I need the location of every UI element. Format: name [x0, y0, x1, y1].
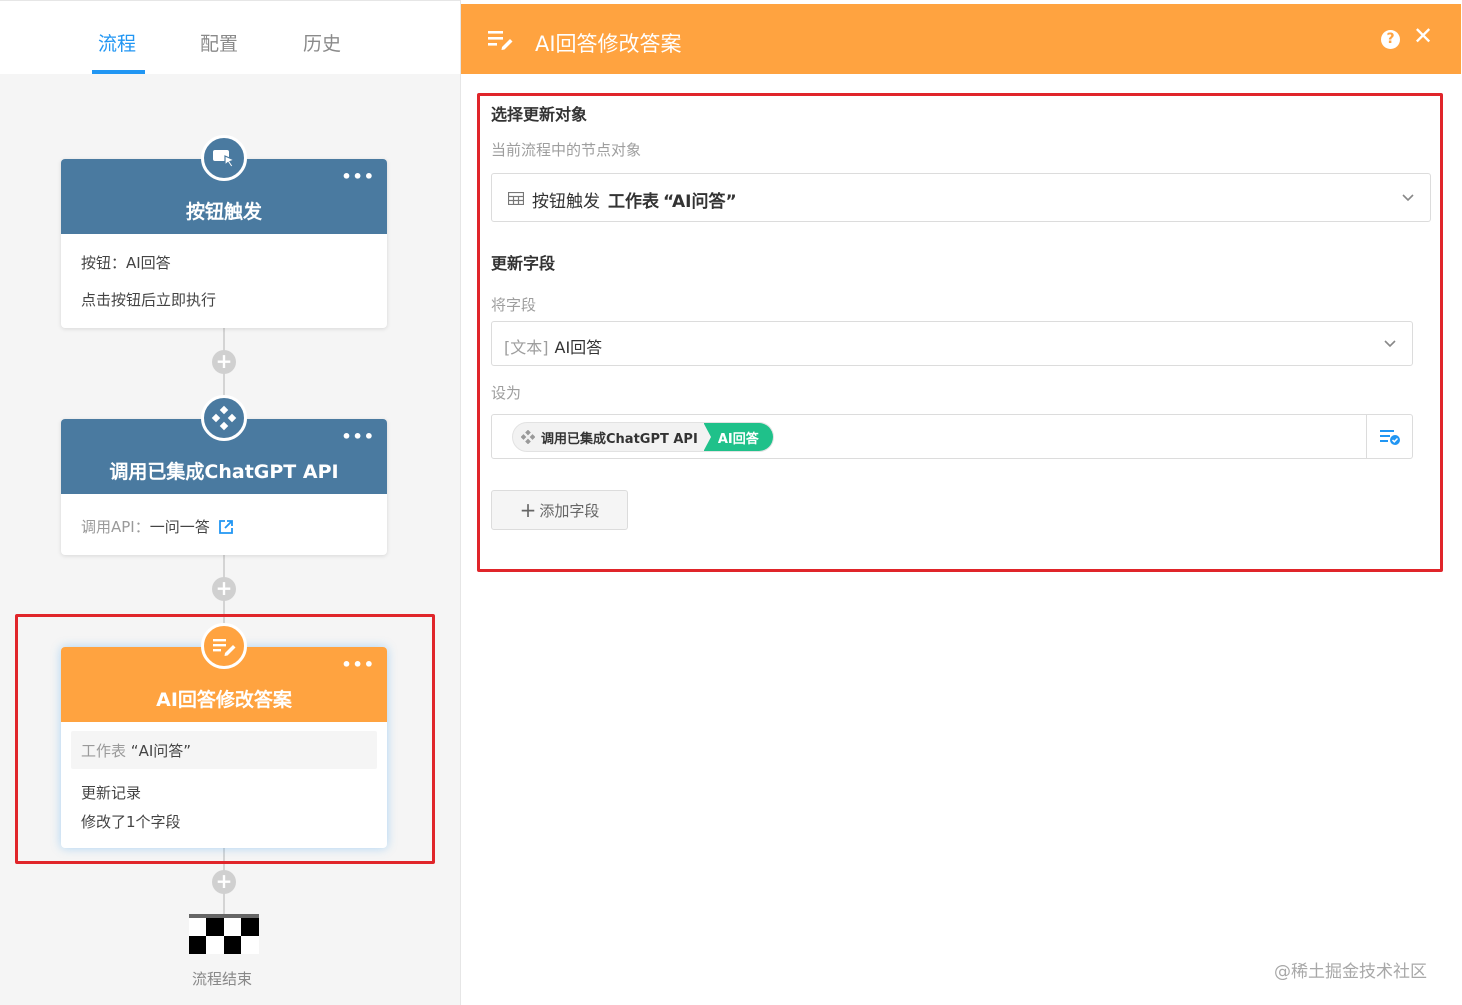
config-panel: AI回答修改答案 ? ✕ 选择更新对象 当前流程中的节点对象 按钮触发 工作表 … [460, 0, 1462, 1005]
add-field-label: 添加字段 [539, 501, 600, 520]
edit-record-icon [488, 31, 513, 50]
tag-source-name: 调用已集成ChatGPT API [541, 431, 698, 447]
external-link-icon[interactable] [218, 519, 234, 535]
target-source: 按钮触发 [532, 192, 600, 212]
insert-field-button[interactable] [1366, 415, 1412, 458]
api-label: 调用API： [81, 518, 150, 536]
node-detail: 调用API： 一问一答 [81, 516, 234, 537]
edit-record-icon [201, 623, 247, 669]
field-list-icon [1379, 429, 1400, 445]
node-more-icon[interactable]: ••• [341, 655, 375, 674]
node-header: ••• 调用已集成ChatGPT API [61, 395, 387, 494]
finish-flag-icon [189, 914, 259, 954]
tab-flow[interactable]: 流程 [98, 29, 136, 56]
sheet-target: 工作表 “AI问答” [81, 740, 191, 761]
api-integration-icon [521, 430, 535, 444]
section-title-target: 选择更新对象 [491, 105, 588, 124]
target-sheet-name: “AI问答” [663, 192, 737, 212]
sheet-label: 工作表 [81, 742, 127, 760]
finish-label: 流程结束 [191, 970, 252, 988]
chevron-down-icon [1384, 339, 1396, 347]
api-value: 一问一答 [149, 518, 210, 536]
node-more-icon[interactable]: ••• [341, 167, 375, 186]
target-node-select[interactable]: 按钮触发 工作表 “AI问答” [491, 173, 1431, 222]
panel-title: AI回答修改答案 [535, 32, 682, 56]
target-node-value: 按钮触发 工作表 “AI问答” [532, 187, 737, 212]
add-field-button[interactable]: + 添加字段 [491, 490, 628, 530]
panel-header: AI回答修改答案 ? ✕ [461, 4, 1461, 74]
field-select[interactable]: [文本] AI回答 [491, 321, 1413, 366]
chevron-down-icon [1402, 193, 1414, 201]
api-integration-icon [201, 395, 247, 441]
add-node-button[interactable]: + [212, 350, 236, 374]
node-chatgpt-api[interactable]: ••• 调用已集成ChatGPT API 调用API： 一问一答 [61, 395, 387, 555]
section-title-fields: 更新字段 [491, 254, 556, 273]
node-title: 按钮触发 [185, 201, 262, 223]
add-node-button[interactable]: + [212, 870, 236, 894]
node-more-icon[interactable]: ••• [341, 427, 375, 446]
button-trigger-icon [201, 135, 247, 181]
node-header: ••• AI回答修改答案 [61, 623, 387, 722]
tag-source: 调用已集成ChatGPT API [513, 428, 704, 447]
add-node-button[interactable]: + [212, 577, 236, 601]
tab-history[interactable]: 历史 [303, 29, 341, 56]
set-value-input[interactable]: 调用已集成ChatGPT API AI回答 [491, 414, 1413, 459]
workflow-tabs: 流程 配置 历史 [0, 0, 460, 74]
node-title: 调用已集成ChatGPT API [109, 461, 339, 483]
plus-icon: + [519, 498, 537, 522]
target-label: 当前流程中的节点对象 [491, 141, 642, 159]
sheet-target-box: 工作表 “AI问答” [71, 731, 377, 769]
node-detail: 点击按钮后立即执行 [81, 291, 217, 309]
sheet-name: “AI问答” [130, 742, 192, 760]
watermark: @稀土掘金技术社区 [1274, 962, 1427, 982]
node-update-record[interactable]: ••• AI回答修改答案 工作表 “AI问答” 更新记录 修改了1个字段 [61, 623, 387, 848]
help-icon[interactable]: ? [1381, 30, 1400, 49]
tab-config[interactable]: 配置 [200, 29, 238, 56]
node-header: ••• 按钮触发 [61, 135, 387, 234]
node-detail: 更新记录 [81, 784, 142, 802]
table-icon [508, 192, 524, 205]
node-detail: 修改了1个字段 [81, 813, 181, 831]
field-label: 将字段 [491, 296, 537, 314]
node-detail: 按钮：AI回答 [81, 254, 171, 272]
dynamic-value-tag[interactable]: 调用已集成ChatGPT API AI回答 [512, 422, 774, 452]
set-label: 设为 [491, 384, 522, 402]
close-icon[interactable]: ✕ [1413, 24, 1433, 48]
target-sheet: 工作表 [608, 192, 659, 212]
field-type: [文本] [504, 338, 549, 357]
workflow-canvas: 流程 配置 历史 + + + ••• 按钮触发 按钮：AI回答 点击按钮后立即执… [0, 0, 460, 1005]
tag-field-name: AI回答 [702, 423, 773, 451]
node-button-trigger[interactable]: ••• 按钮触发 按钮：AI回答 点击按钮后立即执行 [61, 135, 387, 328]
field-select-value: [文本] AI回答 [504, 334, 602, 358]
node-title: AI回答修改答案 [156, 689, 292, 711]
field-name: AI回答 [554, 338, 603, 357]
active-tab-indicator [92, 70, 145, 74]
